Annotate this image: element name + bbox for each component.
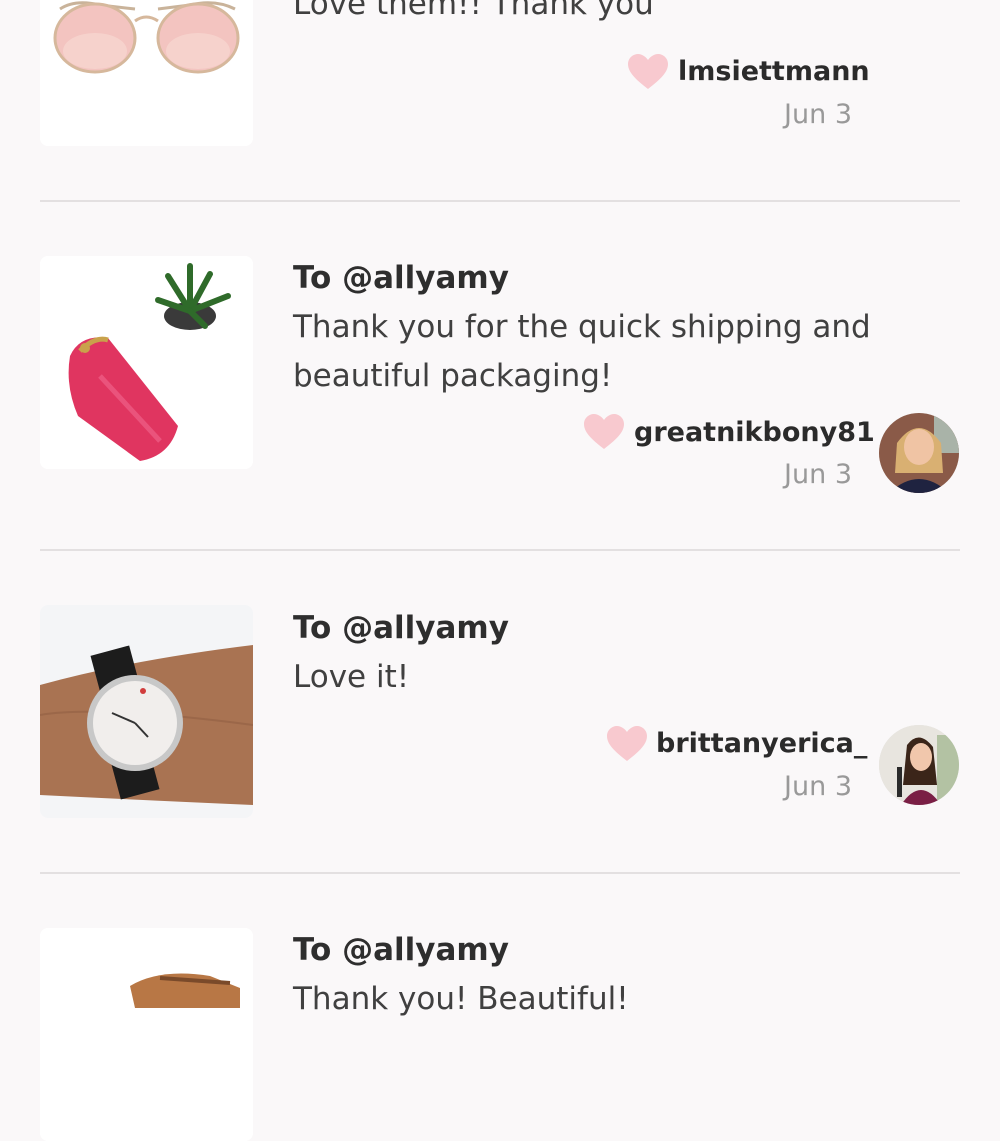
feedback-recipient: To @allyamy <box>293 932 509 968</box>
divider <box>40 872 960 874</box>
product-image[interactable] <box>40 0 253 146</box>
feedback-date: Jun 3 <box>784 771 852 802</box>
avatar[interactable] <box>879 725 959 805</box>
product-image[interactable] <box>40 928 253 1141</box>
username[interactable]: brittanyerica_ <box>656 728 867 759</box>
feedback-card: Love them!! Thank you lmsiettmann Jun 3 <box>0 0 1000 200</box>
sunglasses-image <box>40 0 253 146</box>
feedback-date: Jun 3 <box>784 459 852 490</box>
avatar[interactable] <box>879 413 959 493</box>
glasses-case-image <box>40 256 253 469</box>
avatar-image <box>879 413 959 493</box>
feedback-message: Thank you for the quick shipping and bea… <box>293 309 871 394</box>
divider <box>40 549 960 551</box>
product-image[interactable] <box>40 256 253 469</box>
feedback-date: Jun 3 <box>784 99 852 130</box>
watch-image <box>40 605 253 818</box>
username[interactable]: greatnikbony81 <box>634 417 875 448</box>
product-image[interactable] <box>40 605 253 818</box>
divider <box>40 200 960 202</box>
avatar-image <box>879 725 959 805</box>
heart-icon[interactable] <box>583 413 625 451</box>
heart-icon[interactable] <box>627 53 669 91</box>
feedback-recipient: To @allyamy <box>293 260 509 296</box>
heart-icon[interactable] <box>606 725 648 763</box>
feedback-recipient: To @allyamy <box>293 610 509 646</box>
leather-item-image <box>40 928 253 1141</box>
feedback-message: Love them!! Thank you <box>293 0 654 22</box>
username[interactable]: lmsiettmann <box>678 56 870 87</box>
feedback-message: Love it! <box>293 659 410 695</box>
